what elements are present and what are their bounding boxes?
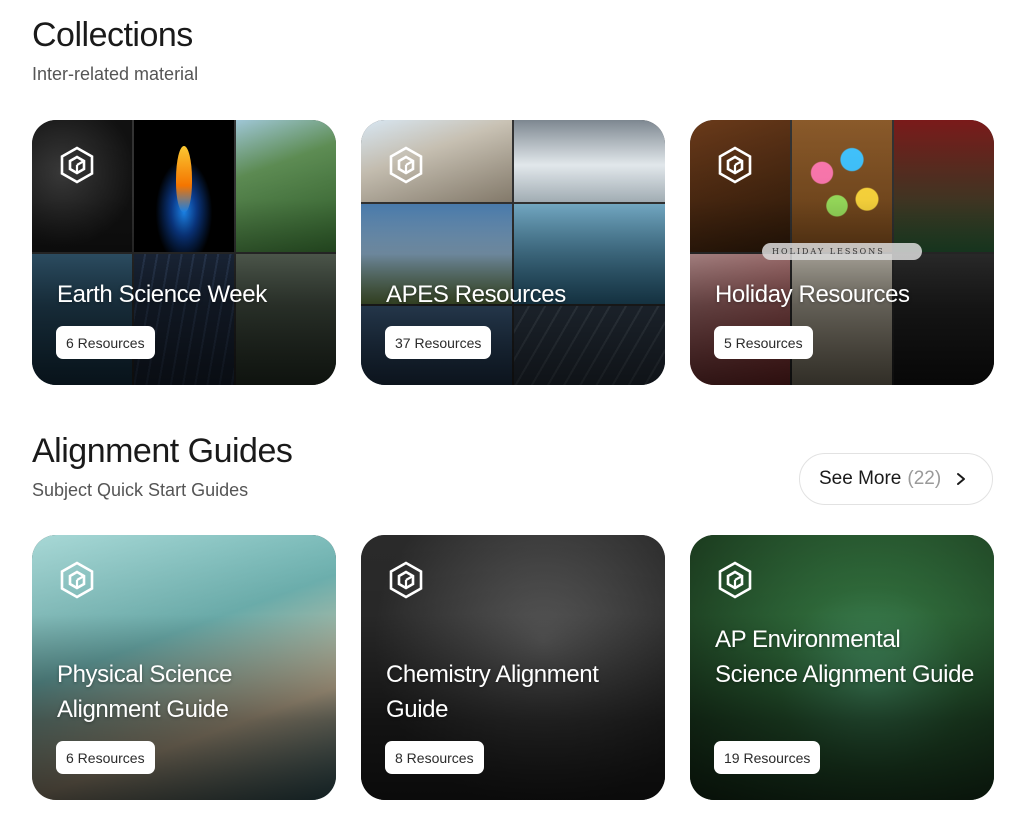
collection-card-earth-science-week[interactable]: Earth Science Week 6 Resources — [32, 120, 336, 385]
see-more-count: (22) — [907, 468, 942, 489]
resource-count-badge: 6 Resources — [56, 741, 155, 774]
collection-card-apes-resources[interactable]: APES Resources 37 Resources — [361, 120, 665, 385]
collections-section: Collections Inter-related material Earth… — [32, 14, 994, 385]
collections-title: Collections — [32, 16, 193, 54]
hexagon-cube-logo-icon — [389, 146, 423, 184]
see-more-label: See More — [819, 468, 902, 489]
resource-count-badge: 37 Resources — [385, 326, 492, 359]
chevron-right-icon — [953, 471, 969, 487]
hexagon-cube-logo-icon — [60, 146, 94, 184]
see-more-button[interactable]: See More (22) — [799, 453, 993, 505]
card-title: Chemistry Alignment Guide — [386, 661, 599, 723]
hexagon-cube-logo-icon — [718, 146, 752, 184]
resource-count-badge: 19 Resources — [714, 741, 821, 774]
holiday-lessons-banner: HOLIDAY LESSONS — [762, 243, 922, 260]
card-title: Earth Science Week — [57, 281, 267, 308]
card-title: APES Resources — [386, 281, 566, 308]
collections-cards: Earth Science Week 6 Resources APES Reso… — [32, 120, 994, 385]
guide-card-chemistry[interactable]: Chemistry Alignment Guide 8 Resources — [361, 535, 665, 800]
guide-card-physical-science[interactable]: Physical Science Alignment Guide 6 Resou… — [32, 535, 336, 800]
resource-count-badge: 5 Resources — [714, 326, 813, 359]
resource-count-badge: 8 Resources — [385, 741, 484, 774]
card-title: AP Environmental Science Alignment Guide — [715, 626, 974, 688]
collections-subtitle: Inter-related material — [32, 64, 199, 84]
hexagon-cube-logo-icon — [389, 561, 423, 599]
resource-count-badge: 6 Resources — [56, 326, 155, 359]
hexagon-cube-logo-icon — [60, 561, 94, 599]
collection-card-holiday-resources[interactable]: HOLIDAY LESSONS Holiday Resources 5 Reso… — [690, 120, 994, 385]
alignment-guides-cards: Physical Science Alignment Guide 6 Resou… — [32, 535, 994, 800]
alignment-guides-section: Alignment Guides Subject Quick Start Gui… — [32, 430, 994, 800]
hexagon-cube-logo-icon — [718, 561, 752, 599]
card-title: Holiday Resources — [715, 281, 910, 308]
card-title: Physical Science Alignment Guide — [57, 661, 233, 723]
guide-card-ap-environmental-science[interactable]: AP Environmental Science Alignment Guide… — [690, 535, 994, 800]
